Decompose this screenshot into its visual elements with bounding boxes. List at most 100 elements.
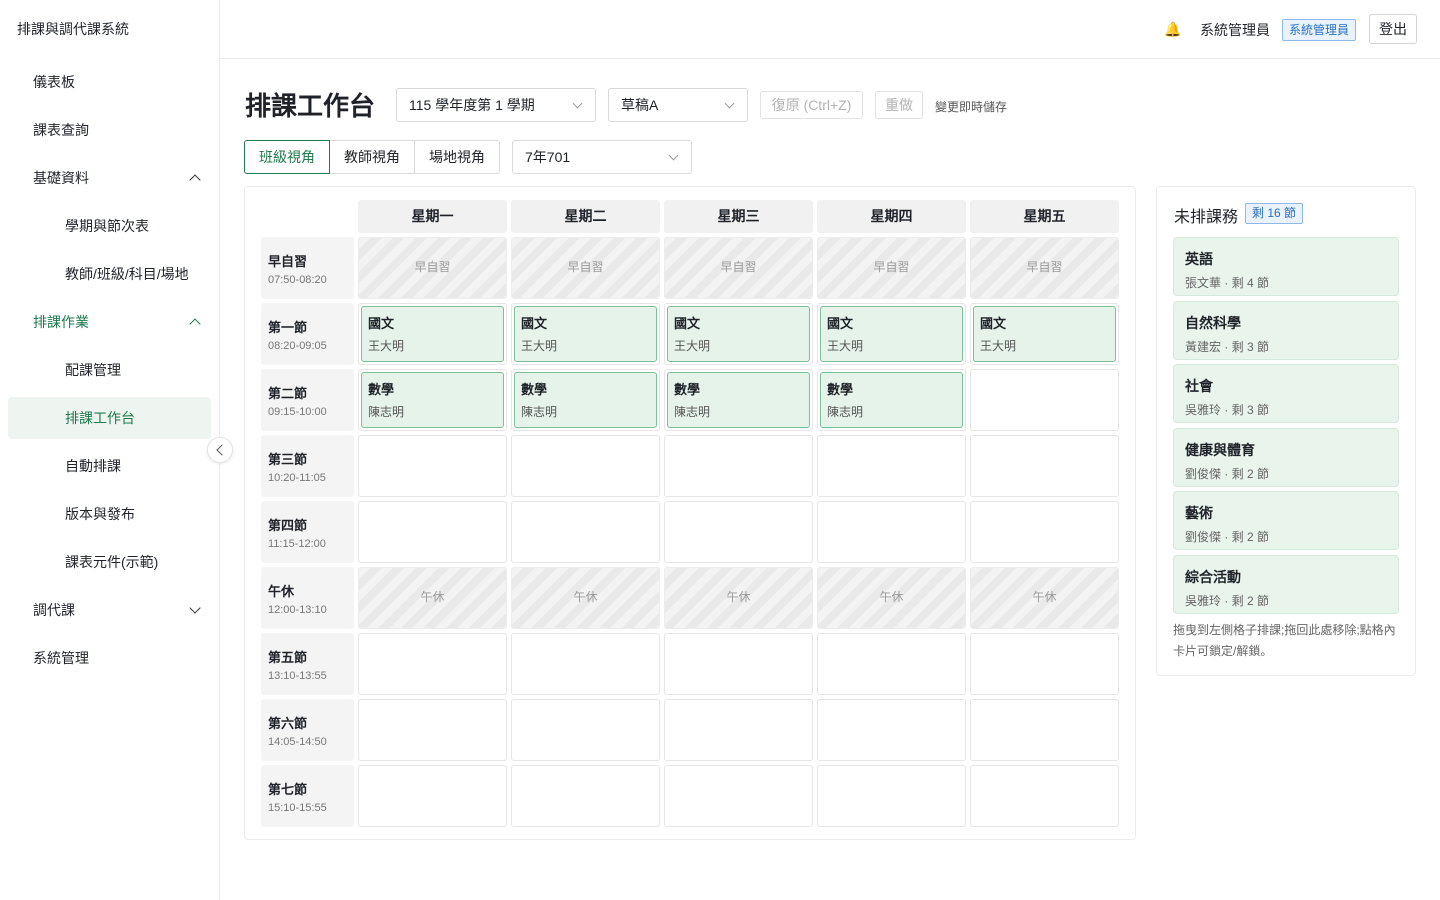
timetable-slot[interactable] bbox=[970, 633, 1119, 695]
timetable-slot[interactable] bbox=[511, 501, 660, 563]
chevron-down-icon bbox=[724, 98, 735, 109]
period-time: 12:00-13:10 bbox=[268, 604, 327, 616]
blocked-slot: 午休 bbox=[664, 567, 813, 629]
timetable-slot[interactable]: 國文 王大明 bbox=[817, 303, 966, 365]
task-card[interactable]: 健康與體育 劉俊傑 · 剩 2 節 bbox=[1173, 427, 1399, 487]
period-name: 午休 bbox=[268, 584, 295, 599]
task-card[interactable]: 英語 張文華 · 剩 4 節 bbox=[1173, 237, 1399, 296]
logout-button[interactable]: 登出 bbox=[1369, 14, 1417, 44]
sidebar-item-teacher-class-subject-room[interactable]: 教師/班級/科目/場地 bbox=[0, 250, 219, 298]
bell-icon[interactable]: 🔔 bbox=[1164, 21, 1181, 38]
timetable-slot[interactable] bbox=[511, 765, 660, 827]
timetable-slot[interactable] bbox=[817, 699, 966, 761]
redo-button[interactable]: 重做 bbox=[875, 91, 923, 119]
timetable-slot[interactable]: 數學 陳志明 bbox=[511, 369, 660, 431]
timetable-slot[interactable] bbox=[358, 435, 507, 497]
lesson-subject: 國文 bbox=[521, 316, 548, 331]
timetable-slot[interactable] bbox=[664, 633, 813, 695]
timetable-slot[interactable]: 國文 王大明 bbox=[970, 303, 1119, 365]
remaining-badge: 剩 16 節 bbox=[1245, 203, 1304, 224]
sidebar-item-basic-data[interactable]: 基礎資料 bbox=[0, 154, 219, 202]
role-badge: 系統管理員 bbox=[1282, 19, 1357, 41]
sidebar-item-scheduling-workbench[interactable]: 排課工作台 bbox=[8, 397, 211, 439]
lesson-teacher: 王大明 bbox=[521, 339, 558, 353]
period-name: 第一節 bbox=[268, 320, 308, 335]
task-card[interactable]: 綜合活動 吳雅玲 · 剩 2 節 bbox=[1173, 555, 1399, 614]
period-name: 第二節 bbox=[268, 386, 308, 401]
lesson-card[interactable]: 數學 陳志明 bbox=[361, 372, 504, 428]
timetable-slot[interactable] bbox=[358, 765, 507, 827]
timetable-slot[interactable] bbox=[817, 765, 966, 827]
timetable-slot[interactable]: 數學 陳志明 bbox=[358, 369, 507, 431]
sidebar-item-system-admin[interactable]: 系統管理 bbox=[0, 634, 219, 682]
timetable-slot[interactable] bbox=[970, 699, 1119, 761]
period-header: 第五節 13:10-13:55 bbox=[261, 633, 354, 695]
timetable-slot[interactable] bbox=[664, 699, 813, 761]
sidebar-item-semester-periods[interactable]: 學期與節次表 bbox=[0, 202, 219, 250]
timetable-slot[interactable] bbox=[358, 699, 507, 761]
lesson-card[interactable]: 國文 王大明 bbox=[514, 306, 657, 362]
sidebar-item-timetable-component-demo[interactable]: 課表元件(示範) bbox=[0, 538, 219, 586]
timetable-slot[interactable]: 數學 陳志明 bbox=[664, 369, 813, 431]
timetable-slot[interactable] bbox=[664, 435, 813, 497]
timetable-grid: 星期一 星期二 星期三 星期四 星期五 早自習 07:50-08:20 早自習 早自習 早自習 早自… bbox=[244, 186, 1136, 840]
timetable-slot[interactable] bbox=[664, 765, 813, 827]
lesson-subject: 國文 bbox=[368, 316, 395, 331]
period-time: 09:15-10:00 bbox=[268, 406, 327, 418]
timetable-slot[interactable] bbox=[970, 501, 1119, 563]
lesson-card[interactable]: 數學 陳志明 bbox=[514, 372, 657, 428]
lesson-teacher: 陳志明 bbox=[521, 405, 558, 419]
sidebar-collapse-button[interactable] bbox=[207, 437, 233, 463]
timetable-slot[interactable] bbox=[358, 501, 507, 563]
sidebar-item-timetable-query[interactable]: 課表查詢 bbox=[0, 106, 219, 154]
lesson-card[interactable]: 數學 陳志明 bbox=[667, 372, 810, 428]
lesson-card[interactable]: 國文 王大明 bbox=[973, 306, 1116, 362]
timetable-slot[interactable] bbox=[664, 501, 813, 563]
lesson-teacher: 陳志明 bbox=[827, 405, 864, 419]
draft-select[interactable]: 草稿A bbox=[608, 88, 748, 122]
lesson-card[interactable]: 國文 王大明 bbox=[820, 306, 963, 362]
timetable-slot[interactable]: 國文 王大明 bbox=[511, 303, 660, 365]
sidebar-item-course-assignment[interactable]: 配課管理 bbox=[0, 346, 219, 394]
timetable-slot[interactable] bbox=[817, 633, 966, 695]
task-card[interactable]: 藝術 劉俊傑 · 剩 2 節 bbox=[1173, 491, 1399, 551]
timetable-slot[interactable]: 數學 陳志明 bbox=[817, 369, 966, 431]
timetable-slot[interactable] bbox=[511, 699, 660, 761]
timetable-slot[interactable] bbox=[358, 633, 507, 695]
task-card[interactable]: 自然科學 黃建宏 · 剩 3 節 bbox=[1173, 300, 1399, 360]
timetable-slot[interactable] bbox=[817, 435, 966, 497]
timetable-slot[interactable] bbox=[511, 633, 660, 695]
task-meta: 吳雅玲 · 剩 2 節 bbox=[1185, 594, 1270, 608]
task-meta: 黃建宏 · 剩 3 節 bbox=[1185, 339, 1270, 354]
tab-teacher-view[interactable]: 教師視角 bbox=[330, 140, 415, 174]
sidebar-item-label: 版本與發布 bbox=[65, 506, 135, 522]
sidebar-item-label: 儀表板 bbox=[33, 74, 75, 90]
timetable-slot[interactable] bbox=[970, 435, 1119, 497]
sidebar-item-substitution[interactable]: 調代課 bbox=[0, 586, 219, 634]
timetable-slot[interactable] bbox=[817, 501, 966, 563]
sidebar-item-versions-publish[interactable]: 版本與發布 bbox=[0, 490, 219, 538]
task-card[interactable]: 社會 吳雅玲 · 剩 3 節 bbox=[1173, 364, 1399, 424]
timetable-slot[interactable]: 國文 王大明 bbox=[664, 303, 813, 365]
sidebar-item-auto-schedule[interactable]: 自動排課 bbox=[0, 442, 219, 490]
lesson-card[interactable]: 國文 王大明 bbox=[667, 306, 810, 362]
sidebar-item-label: 排課作業 bbox=[33, 314, 89, 330]
timetable-slot[interactable] bbox=[511, 435, 660, 497]
timetable-slot[interactable] bbox=[970, 765, 1119, 827]
class-select[interactable]: 7年701 bbox=[512, 140, 692, 174]
lesson-card[interactable]: 數學 陳志明 bbox=[820, 372, 963, 428]
lesson-card[interactable]: 國文 王大明 bbox=[361, 306, 504, 362]
lesson-teacher: 陳志明 bbox=[368, 405, 405, 419]
timetable-slot[interactable]: 國文 王大明 bbox=[358, 303, 507, 365]
tab-room-view[interactable]: 場地視角 bbox=[415, 140, 500, 174]
semester-select[interactable]: 115 學年度第 1 學期 bbox=[396, 88, 596, 122]
period-name: 第七節 bbox=[268, 782, 308, 797]
sidebar-item-dashboard[interactable]: 儀表板 bbox=[0, 58, 219, 106]
timetable-slot[interactable] bbox=[970, 369, 1119, 431]
sidebar-item-scheduling[interactable]: 排課作業 bbox=[0, 298, 219, 346]
undo-button[interactable]: 復原 (Ctrl+Z) bbox=[760, 91, 863, 119]
tab-class-view[interactable]: 班級視角 bbox=[244, 140, 330, 174]
day-header: 星期一 bbox=[358, 200, 507, 233]
sidebar-item-label: 課表元件(示範) bbox=[65, 554, 159, 570]
sidebar-menu: 儀表板 課表查詢 基礎資料 學期與節次表 教師/班級/科目/場地 排課作業 配課… bbox=[0, 58, 219, 682]
